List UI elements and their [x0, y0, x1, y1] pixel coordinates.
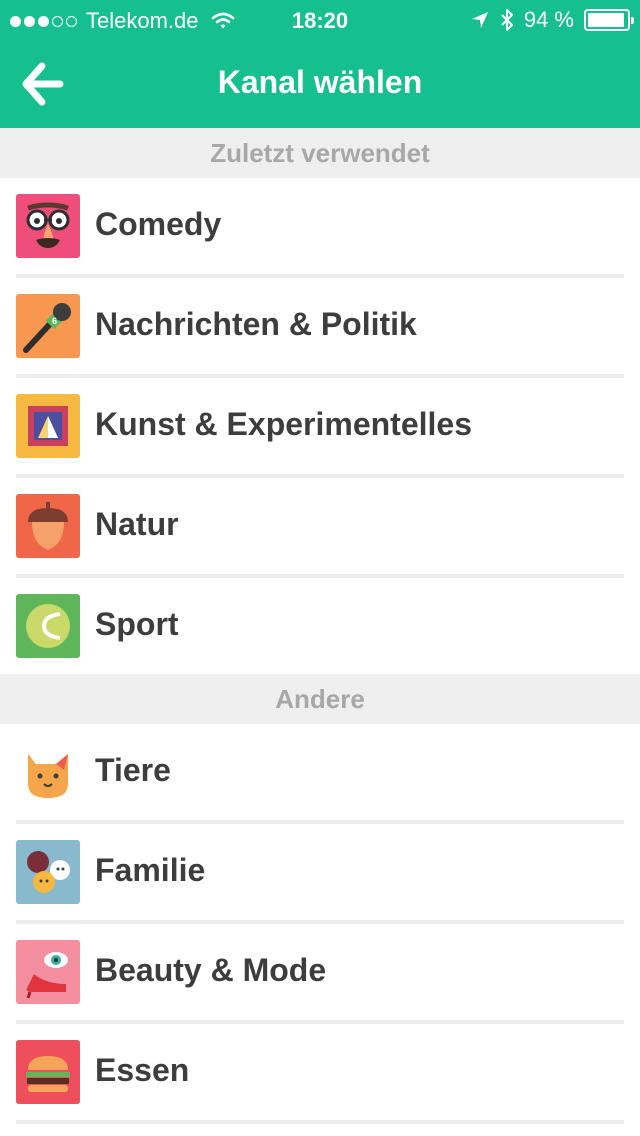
channel-label: Familie [95, 852, 206, 888]
acorn-icon [16, 494, 80, 558]
section-header-other: Andere [0, 674, 640, 724]
battery-fill [588, 13, 624, 27]
channel-item-beauty-mode[interactable]: Beauty & Mode [0, 924, 640, 1024]
burger-icon [16, 1040, 80, 1104]
channel-label: Beauty & Mode [95, 952, 327, 988]
channel-label: Kunst & Experimentelles [95, 406, 472, 442]
microphone-icon: 6 [16, 294, 80, 358]
battery-icon [584, 9, 634, 31]
picture-frame-icon [16, 394, 80, 458]
channel-item-kunst-experimentelles[interactable]: Kunst & Experimentelles [0, 378, 640, 478]
channel-item-natur[interactable]: Natur [0, 478, 640, 578]
top-bar: Telekom.de 18:20 94 % Kanal wählen [0, 0, 640, 128]
channel-label: Comedy [95, 206, 222, 242]
channel-item-comedy[interactable]: Comedy [0, 178, 640, 278]
channel-item-sport[interactable]: Sport [0, 578, 640, 678]
high-heel-eye-icon [16, 940, 80, 1004]
svg-text:6: 6 [52, 316, 57, 326]
channel-label: Nachrichten & Politik [95, 306, 417, 342]
channel-label: Tiere [95, 752, 171, 788]
channel-item-tiere[interactable]: Tiere [0, 724, 640, 824]
channel-item-nachrichten-politik[interactable]: 6 Nachrichten & Politik [0, 278, 640, 378]
cat-icon [16, 740, 80, 804]
channel-label: Essen [95, 1052, 190, 1088]
channel-item-essen[interactable]: Essen [0, 1024, 640, 1124]
battery-percentage: 94 % [523, 7, 574, 32]
location-arrow-icon [471, 12, 488, 28]
channel-label: Natur [95, 506, 179, 542]
comedy-glasses-icon [16, 194, 80, 258]
bluetooth-icon [501, 9, 513, 31]
section-header-recent: Zuletzt verwendet [0, 128, 640, 178]
family-faces-icon [16, 840, 80, 904]
page-title: Kanal wählen [217, 64, 423, 100]
status-bar: Telekom.de 18:20 94 % [0, 0, 640, 40]
tennis-ball-icon [16, 594, 80, 658]
channel-label: Sport [95, 606, 179, 642]
divider [16, 1120, 624, 1124]
channel-item-familie[interactable]: Familie [0, 824, 640, 924]
status-right: 94 % [470, 7, 634, 33]
